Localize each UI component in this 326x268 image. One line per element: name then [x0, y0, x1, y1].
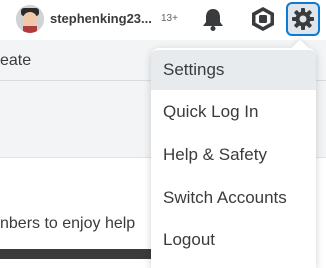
robux-icon	[252, 7, 274, 31]
dark-banner	[0, 249, 160, 259]
menu-item-quick-log-in[interactable]: Quick Log In	[151, 92, 316, 132]
notifications-button[interactable]	[197, 3, 229, 35]
promo-text: nbers to enjoy help	[0, 215, 136, 232]
username-label[interactable]: stephenking23...	[50, 11, 152, 26]
avatar[interactable]	[16, 5, 44, 33]
menu-item-help-safety[interactable]: Help & Safety	[151, 135, 316, 175]
avatar-icon	[16, 5, 44, 33]
settings-gear-button[interactable]	[286, 2, 320, 36]
bell-icon	[203, 9, 223, 31]
menu-item-switch-accounts[interactable]: Switch Accounts	[151, 178, 316, 218]
age-badge: 13+	[161, 13, 178, 24]
menu-item-logout[interactable]: Logout	[151, 220, 316, 260]
menu-item-settings[interactable]: Settings	[151, 50, 316, 90]
gear-icon	[292, 8, 314, 30]
create-nav-link[interactable]: eate	[0, 52, 31, 70]
settings-dropdown-menu: Settings Quick Log In Help & Safety Swit…	[151, 48, 316, 268]
top-navigation-bar: stephenking23... 13+	[0, 0, 326, 40]
robux-button[interactable]	[247, 3, 279, 35]
